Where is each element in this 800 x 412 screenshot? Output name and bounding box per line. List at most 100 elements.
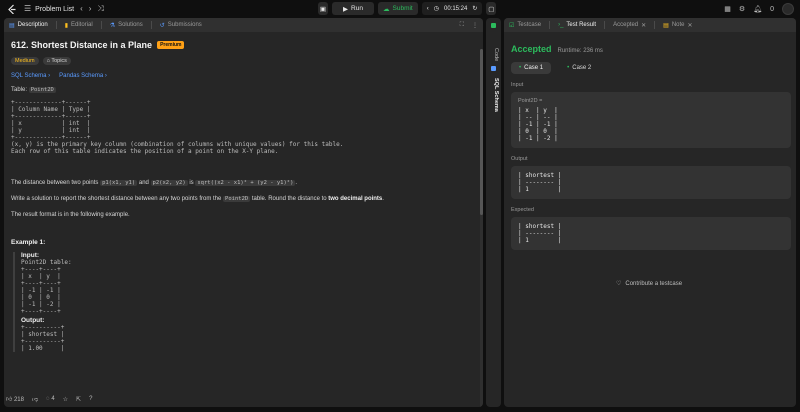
settings-icon[interactable]: ⚙	[739, 5, 745, 13]
difficulty-badge: Medium	[11, 57, 39, 65]
description-icon: ▤	[9, 22, 15, 29]
example-box: Input: Point2D table: +----+----+ | x | …	[13, 252, 476, 352]
comments-button[interactable]: ◌ 4	[46, 396, 55, 402]
help-icon[interactable]: ?	[89, 396, 92, 402]
premium-badge: Premium	[157, 41, 185, 49]
run-label: Run	[351, 5, 363, 12]
schema-links: SQL Schema › Pandas Schema ›	[11, 73, 476, 79]
shuffle-icon[interactable]: ⤨	[97, 5, 103, 13]
solutions-icon: ⚗	[109, 22, 116, 29]
tab-separator	[654, 21, 656, 29]
tab-editorial[interactable]: ▮ Editorial	[65, 22, 93, 29]
layout-icon[interactable]: ▦	[724, 5, 731, 13]
comment-count: 4	[51, 396, 55, 402]
para1-text-a: The distance between two points	[11, 180, 99, 186]
submit-button[interactable]: ☁ Submit	[378, 2, 418, 15]
description-footer: 👍︎ 218 👎︎ ◌ 4 ☆ ⇱ ?	[6, 395, 92, 403]
topics-label: Topics	[51, 58, 67, 64]
topics-button[interactable]: ⌂ Topics	[42, 57, 71, 65]
leetcode-logo-icon[interactable]	[6, 3, 18, 15]
input-box: Point2D = | x | y | | -- | -- | | -1 | -…	[511, 92, 791, 148]
table-chip: Point2D	[223, 196, 251, 202]
dislike-button[interactable]: 👎︎	[32, 395, 38, 403]
output-box: | shortest | | -------- | | 1 |	[511, 166, 791, 199]
table-label-row: Table: Point2D	[11, 87, 476, 93]
tab-separator	[549, 21, 551, 29]
more-icon[interactable]: ⋮	[472, 22, 478, 29]
pass-dot-icon: •	[567, 65, 570, 71]
pass-dot-icon: •	[519, 65, 522, 71]
notes-button[interactable]: ▢	[486, 2, 497, 15]
expected-table: | shortest | | -------- | | 1 |	[518, 223, 562, 244]
debug-button[interactable]: ▣	[318, 2, 328, 15]
formula-chip: sqrt((x2 - x1)² + (y2 - y1)²)	[195, 180, 296, 186]
list-icon: ☰	[24, 4, 32, 13]
thumbs-up-icon: 👍︎	[6, 397, 13, 403]
like-button[interactable]: 👍︎ 218	[6, 395, 24, 403]
paragraph-format: The result format is in the following ex…	[11, 212, 130, 218]
editorial-icon: ▮	[64, 22, 68, 29]
scrollbar[interactable]	[480, 49, 483, 407]
point1-chip: p1(x1, y1)	[100, 180, 138, 186]
comment-icon: ◌	[46, 396, 50, 402]
scrollbar-thumb[interactable]	[480, 49, 483, 215]
problem-meta: Medium ⌂ Topics	[11, 57, 476, 65]
tab-note[interactable]: ▤ Note ✕	[663, 22, 692, 29]
example-output-label: Output:	[21, 317, 45, 324]
cloud-upload-icon: ☁	[383, 5, 390, 13]
output-table: | shortest | | -------- | | 1 |	[518, 172, 562, 193]
output-label: Output	[511, 156, 528, 162]
table-label: Table:	[11, 87, 28, 93]
input-table: | x | y | | -- | -- | | -1 | -1 | | 0 | …	[518, 107, 558, 142]
schema-dot-icon	[491, 66, 496, 71]
contribute-testcase-button[interactable]: ♡ Contribute a testcase	[616, 280, 683, 288]
maximize-icon[interactable]: ⛶	[460, 22, 464, 29]
history-icon: ↺	[159, 22, 165, 29]
close-icon[interactable]: ✕	[641, 22, 646, 29]
tab-separator	[604, 21, 606, 29]
description-content: 612. Shortest Distance in a Plane Premiu…	[4, 32, 483, 358]
note-icon: ▢	[488, 5, 495, 13]
case-tabs: • Case 1 • Case 2	[511, 62, 789, 74]
tab-note-label: Note	[671, 22, 685, 28]
description-panel: ▤ Description ▮ Editorial ⚗ Solutions ↺ …	[4, 18, 483, 407]
problem-list-button[interactable]: ☰ Problem List	[24, 5, 74, 13]
schema-block: +-------------+------+ | Column Name | T…	[11, 99, 344, 155]
case-2-tab[interactable]: • Case 2	[559, 62, 599, 74]
example-title: Example 1:	[11, 239, 46, 246]
run-button[interactable]: ▶ Run	[332, 2, 374, 15]
tab-accepted[interactable]: Accepted ✕	[613, 22, 646, 29]
side-tab-code[interactable]: Code	[488, 48, 499, 61]
tab-testcase[interactable]: ☑ Testcase	[509, 22, 541, 29]
timer[interactable]: ‹ ◷ 00:15:24 ↻	[421, 2, 483, 15]
notification-icon[interactable]: 🔔︎	[753, 5, 762, 13]
submit-label: Submit	[392, 5, 413, 12]
input-label: Input	[511, 82, 524, 88]
case-1-tab[interactable]: • Case 1	[511, 62, 552, 74]
next-problem-icon[interactable]: ›	[89, 5, 92, 13]
tab-test-result[interactable]: ›_ Test Result	[558, 22, 596, 28]
close-icon[interactable]: ✕	[688, 22, 693, 29]
tab-submissions-label: Submissions	[167, 22, 202, 28]
side-tab-sql-schema[interactable]: SQL Schema	[488, 78, 499, 112]
tab-solutions[interactable]: ⚗ Solutions	[110, 22, 143, 29]
pandas-schema-label: Pandas Schema	[59, 73, 104, 79]
avatar[interactable]	[782, 3, 794, 15]
star-icon[interactable]: ☆	[63, 396, 68, 403]
tab-submissions[interactable]: ↺ Submissions	[160, 22, 202, 29]
note-icon: ▤	[663, 22, 669, 29]
share-icon[interactable]: ⇱	[76, 396, 81, 403]
result-status-row: Accepted Runtime: 236 ms	[511, 44, 789, 54]
tab-separator	[100, 21, 102, 29]
example-input: Point2D table: +----+----+ | x | y | +--…	[21, 259, 72, 315]
contribute-label: Contribute a testcase	[625, 280, 683, 287]
reset-icon[interactable]: ↻	[472, 5, 477, 12]
sql-schema-link[interactable]: SQL Schema ›	[11, 73, 50, 79]
debug-icon: ▣	[319, 5, 327, 13]
paragraph-distance: The distance between two points p1(x1, y…	[11, 180, 298, 186]
pandas-schema-link[interactable]: Pandas Schema ›	[59, 73, 107, 79]
result-panel: ☑ Testcase ›_ Test Result Accepted ✕ ▤ N…	[504, 18, 796, 407]
topbar-right: ▦ ⚙ 🔔︎ 0	[724, 3, 794, 15]
tab-description[interactable]: ▤ Description	[9, 22, 48, 29]
prev-problem-icon[interactable]: ‹	[80, 5, 83, 13]
